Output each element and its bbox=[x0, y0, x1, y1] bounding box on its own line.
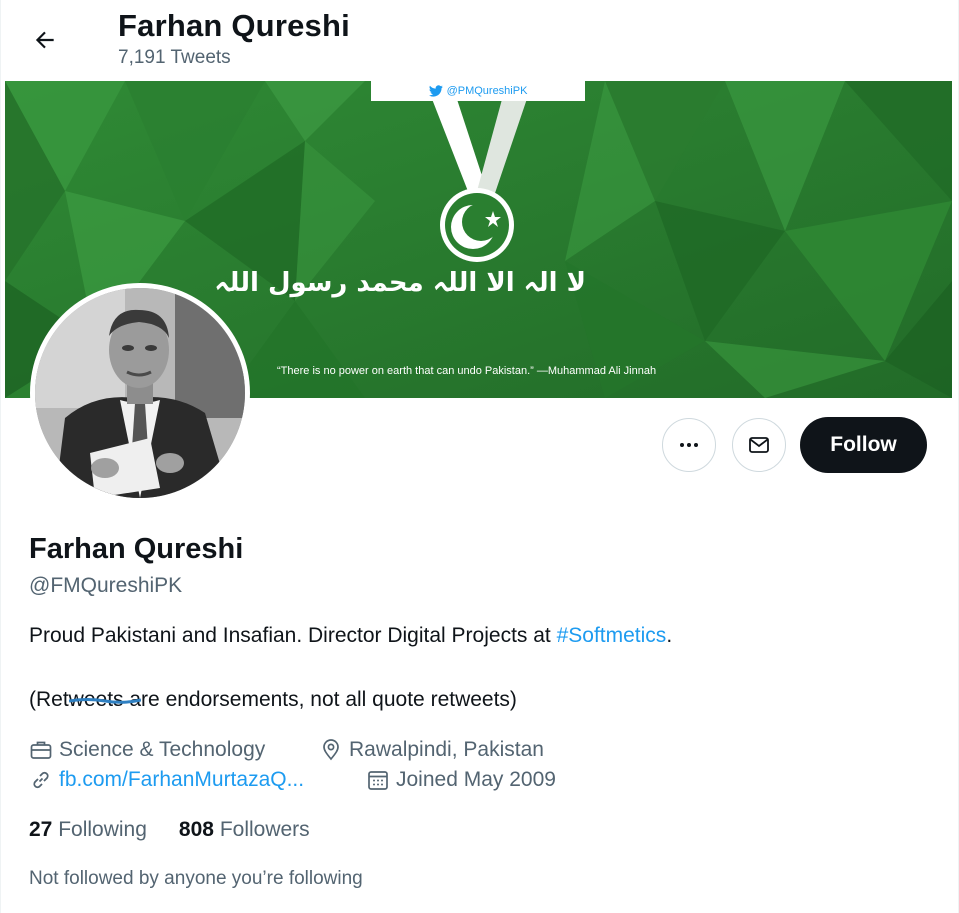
category-label: Science & Technology bbox=[59, 738, 266, 761]
avatar[interactable] bbox=[30, 283, 250, 503]
scribble-mark bbox=[69, 698, 141, 704]
briefcase-icon bbox=[30, 741, 52, 759]
joined-label: Joined May 2009 bbox=[396, 768, 556, 791]
banner-calligraphy: لا الہ الا اللہ محمد رسول اللہ bbox=[214, 268, 586, 298]
following-count: 27 bbox=[29, 818, 53, 841]
bio-text-2a: (Re bbox=[29, 688, 63, 711]
map-pin-icon bbox=[323, 739, 339, 761]
not-followed-notice: Not followed by anyone you’re following bbox=[29, 868, 363, 889]
follow-stats: 27 Following 808 Followers bbox=[29, 818, 310, 842]
envelope-icon bbox=[749, 437, 769, 453]
profile-header: Farhan Qureshi 7,191 Tweets bbox=[1, 0, 959, 80]
banner-handle-strip: @PMQureshiPK bbox=[371, 81, 585, 101]
profile-website: fb.com/FarhanMurtazaQ... bbox=[29, 768, 304, 792]
location-label: Rawalpindi, Pakistan bbox=[349, 738, 544, 761]
profile-category: Science & Technology bbox=[29, 738, 265, 762]
profile-handle: @FMQureshiPK bbox=[29, 574, 183, 597]
followers-count: 808 bbox=[178, 818, 214, 841]
twitter-bird-icon bbox=[428, 85, 443, 97]
link-icon bbox=[33, 771, 49, 789]
more-horizontal-icon bbox=[680, 443, 698, 447]
tweet-count: 7,191 Tweets bbox=[118, 47, 231, 68]
following-link[interactable]: 27 Following bbox=[29, 818, 147, 842]
website-link[interactable]: fb.com/FarhanMurtazaQ... bbox=[59, 768, 304, 792]
back-button[interactable] bbox=[23, 18, 67, 62]
bio-text-2b: are endorsements, not all quote retweets… bbox=[123, 688, 517, 711]
bio-text: Proud Pakistani and Insafian. Director D… bbox=[29, 624, 557, 647]
followers-link[interactable]: 808 Followers bbox=[179, 818, 310, 842]
following-label: Following bbox=[58, 818, 147, 841]
bio-hashtag-link[interactable]: #Softmetics bbox=[557, 624, 667, 647]
followers-label: Followers bbox=[219, 818, 310, 841]
header-title: Farhan Qureshi bbox=[118, 8, 350, 43]
profile-location: Rawalpindi, Pakistan bbox=[319, 738, 544, 762]
profile-joined: Joined May 2009 bbox=[366, 768, 556, 792]
more-button[interactable] bbox=[662, 418, 716, 472]
profile-page: Farhan Qureshi 7,191 Tweets @PMQureshiPK… bbox=[0, 0, 959, 913]
bio-line-1: Proud Pakistani and Insafian. Director D… bbox=[29, 624, 672, 648]
calendar-icon bbox=[368, 771, 388, 790]
bio-text-end: . bbox=[666, 624, 673, 647]
profile-name: Farhan Qureshi bbox=[29, 533, 244, 565]
arrow-left-icon bbox=[35, 31, 54, 49]
banner-quote: “There is no power on earth that can und… bbox=[277, 365, 657, 377]
follow-button[interactable]: Follow bbox=[800, 417, 927, 473]
message-button[interactable] bbox=[732, 418, 786, 472]
profile-photo bbox=[35, 288, 245, 498]
banner-handle: @PMQureshiPK bbox=[446, 85, 528, 97]
